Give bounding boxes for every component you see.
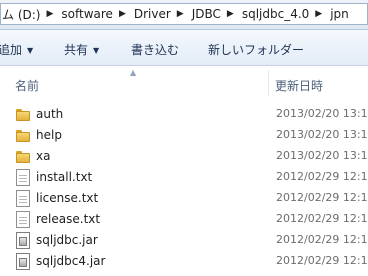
folder-icon (16, 130, 30, 147)
add-button[interactable]: 追加 ▼ (0, 41, 33, 58)
share-button[interactable]: 共有 ▼ (64, 41, 99, 58)
file-date: 2012/02/29 12:1 (276, 170, 368, 183)
column-header-name[interactable]: 名前 (15, 77, 39, 94)
file-name: help (36, 128, 62, 142)
chevron-down-icon: ▼ (93, 46, 100, 55)
text-file-icon (16, 190, 30, 207)
list-item[interactable]: help 2013/02/20 13:1 (0, 125, 368, 146)
jar-file-icon (16, 232, 30, 249)
breadcrumb-sqljdbc[interactable]: sqljdbc_4.0 (238, 7, 312, 21)
chevron-down-icon: ▼ (27, 46, 34, 55)
address-bar: ム (D:) ▶ software ▶ Driver ▶ JDBC ▶ sqlj… (0, 0, 368, 30)
file-date: 2012/02/29 12:1 (276, 212, 368, 225)
breadcrumb-software[interactable]: software (57, 7, 116, 21)
file-date: 2012/02/29 12:1 (276, 191, 368, 204)
file-date: 2012/02/29 12:1 (276, 233, 368, 246)
share-button-label: 共有 (64, 43, 89, 57)
breadcrumb[interactable]: ム (D:) ▶ software ▶ Driver ▶ JDBC ▶ sqlj… (0, 3, 368, 25)
new-folder-button[interactable]: 新しいフォルダー (208, 41, 304, 58)
folder-icon (16, 151, 30, 168)
add-button-label: 追加 (0, 43, 23, 57)
breadcrumb-chevron-icon[interactable]: ▶ (312, 9, 326, 19)
file-name: install.txt (36, 170, 93, 184)
file-name: release.txt (36, 212, 101, 226)
breadcrumb-drive[interactable]: ム (D:) (1, 6, 43, 23)
list-item[interactable]: xa 2013/02/20 13:1 (0, 146, 368, 167)
column-header-row: ▲ 名前 更新日時 (0, 66, 368, 100)
burn-button[interactable]: 書き込む (131, 41, 179, 58)
file-date: 2013/02/20 13:1 (276, 149, 368, 162)
folder-icon (16, 109, 30, 126)
list-item[interactable]: auth 2013/02/20 13:1 (0, 104, 368, 125)
breadcrumb-jpn[interactable]: jpn (326, 7, 352, 21)
breadcrumb-driver[interactable]: Driver (130, 7, 174, 21)
breadcrumb-chevron-icon[interactable]: ▶ (43, 9, 57, 19)
file-name: license.txt (36, 191, 99, 205)
jar-file-icon (16, 253, 30, 270)
list-item[interactable]: install.txt 2012/02/29 12:1 (0, 167, 368, 188)
list-item[interactable]: sqljdbc4.jar 2012/02/29 12:1 (0, 251, 368, 272)
list-item[interactable]: license.txt 2012/02/29 12:1 (0, 188, 368, 209)
sort-ascending-icon: ▲ (130, 68, 137, 77)
column-divider[interactable] (268, 70, 269, 96)
file-date: 2012/02/29 12:1 (276, 254, 368, 267)
file-name: sqljdbc4.jar (36, 254, 106, 268)
list-item[interactable]: release.txt 2012/02/29 12:1 (0, 209, 368, 230)
breadcrumb-jdbc[interactable]: JDBC (188, 7, 224, 21)
file-date: 2013/02/20 13:1 (276, 107, 368, 120)
file-name: xa (36, 149, 51, 163)
file-name: auth (36, 107, 64, 121)
command-bar: 追加 ▼ 共有 ▼ 書き込む 新しいフォルダー (0, 30, 368, 66)
file-list: auth 2013/02/20 13:1 help 2013/02/20 13:… (0, 104, 368, 272)
list-item[interactable]: sqljdbc.jar 2012/02/29 12:1 (0, 230, 368, 251)
file-date: 2013/02/20 13:1 (276, 128, 368, 141)
breadcrumb-chevron-icon[interactable]: ▶ (116, 9, 130, 19)
file-name: sqljdbc.jar (36, 233, 98, 247)
column-header-date-modified[interactable]: 更新日時 (275, 77, 323, 94)
breadcrumb-chevron-icon[interactable]: ▶ (224, 9, 238, 19)
text-file-icon (16, 211, 30, 228)
breadcrumb-chevron-icon[interactable]: ▶ (174, 9, 188, 19)
text-file-icon (16, 169, 30, 186)
